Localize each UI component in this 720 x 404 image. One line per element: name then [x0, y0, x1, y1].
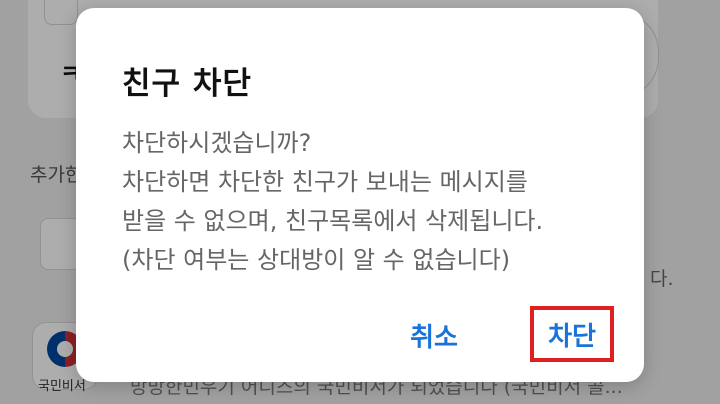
cancel-button[interactable]: 취소	[394, 310, 474, 360]
dialog-message: 차단하시겠습니까? 차단하면 차단한 친구가 보내는 메시지를 받을 수 없으며…	[122, 124, 622, 280]
block-button[interactable]: 차단	[530, 306, 614, 362]
dialog-message-line: 차단하시겠습니까?	[122, 129, 312, 157]
dialog-message-line: (차단 여부는 상대방이 알 수 없습니다)	[122, 246, 511, 274]
block-friend-dialog: 친구 차단 차단하시겠습니까? 차단하면 차단한 친구가 보내는 메시지를 받을…	[76, 8, 644, 382]
dialog-title: 친구 차단	[122, 66, 252, 102]
dialog-message-line: 받을 수 없으며, 친구목록에서 삭제됩니다.	[122, 207, 544, 235]
dialog-message-line: 차단하면 차단한 친구가 보내는 메시지를	[122, 168, 528, 196]
